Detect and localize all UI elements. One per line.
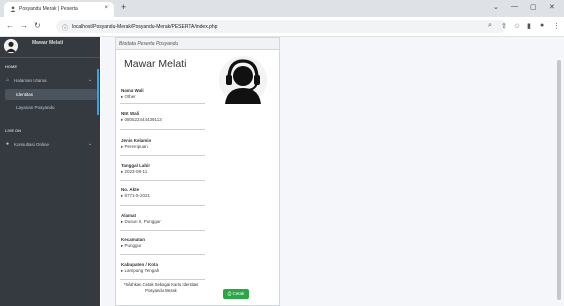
info-icon[interactable]: ⓘ xyxy=(62,23,68,32)
field-value-nama-wali: ▸ Other xyxy=(121,94,136,99)
card-header-title: Biodata Peserta Posyandu xyxy=(119,40,179,47)
new-tab-button[interactable]: + xyxy=(121,2,126,12)
tab-title: Posyandu Merak | Peserta xyxy=(19,6,78,12)
field-divider xyxy=(120,180,205,181)
person-favicon-icon xyxy=(10,6,16,12)
field-value-alamat: ▸ Dusun II, Punggur xyxy=(121,219,161,224)
share-icon[interactable]: ⇪ xyxy=(501,22,507,30)
field-value-no-akte: ▸ 8771-5-2021 xyxy=(121,193,151,198)
sidebar-item-label: Identitas xyxy=(16,92,34,97)
chat-icon: ● xyxy=(6,141,10,147)
tab-close-icon[interactable]: × xyxy=(104,5,108,11)
field-divider xyxy=(120,254,205,255)
print-button-label: Cetak xyxy=(232,291,245,296)
field-divider xyxy=(120,129,205,130)
participant-name: Mawar Melati xyxy=(124,58,187,70)
field-value-tanggal-lahir: ▸ 2023-08-11 xyxy=(121,169,148,174)
sidebar-active-indicator xyxy=(97,69,99,115)
printer-icon: ⎙ xyxy=(227,291,232,296)
print-note: *Silahkan Cetak Sebagai Kartu Identitas … xyxy=(123,282,199,293)
zoom-icon[interactable]: ⌕ xyxy=(488,22,492,30)
field-label-alamat: Alamat xyxy=(121,213,137,218)
field-label-kecamatan: Kecamatan xyxy=(121,237,146,242)
sidebar-item-identitas[interactable]: Identitas xyxy=(5,89,97,100)
menu-kebab-icon[interactable]: ⋮ xyxy=(553,22,560,30)
sidebar-item-label: Layanan Posyandu xyxy=(16,105,55,110)
profile-icon[interactable]: ● xyxy=(540,22,544,29)
card-header: Biodata Peserta Posyandu xyxy=(116,38,279,50)
print-button[interactable]: ⎙ Cetak xyxy=(223,289,249,299)
url-text: localhost/Posyandu-Merak/Posyandu-Merak/… xyxy=(72,23,218,30)
home-icon: ⌂ xyxy=(6,77,10,83)
reload-icon[interactable]: ↻ xyxy=(34,21,41,30)
scrollbar[interactable] xyxy=(557,60,561,300)
maximize-icon[interactable]: ▢ xyxy=(530,3,537,11)
back-icon[interactable]: ← xyxy=(6,21,14,30)
field-label-no-akte: No. Akte xyxy=(121,187,140,192)
field-divider xyxy=(120,230,205,231)
field-divider xyxy=(120,155,205,156)
sidebar-item-konsultasi-online[interactable]: ● Konsultasi Online ⌄ xyxy=(0,138,100,150)
chevron-down-icon: ⌄ xyxy=(88,140,93,147)
brand-name: Mawar Melati xyxy=(32,40,64,46)
forward-icon[interactable]: → xyxy=(20,21,28,30)
sidebar-item-halaman-utama[interactable]: ⌂ Halaman Utama ⌄ xyxy=(0,74,100,86)
sidebar-item-label: Konsultasi Online xyxy=(14,141,50,147)
minimize-icon[interactable]: — xyxy=(511,3,518,10)
field-label-kabupaten-kota: Kabupaten / Kota xyxy=(121,262,159,267)
sidebar-item-label: Halaman Utama xyxy=(14,77,47,83)
nav-header-live: LIVE ON xyxy=(5,128,22,133)
tab-search-icon[interactable]: ⌄ xyxy=(493,3,499,11)
user-avatar-icon xyxy=(4,39,18,53)
support-agent-icon xyxy=(219,56,267,104)
field-value-kecamatan: ▸ Punggur xyxy=(121,243,142,248)
field-value-jenis-kelamin: ▸ Perempuan xyxy=(121,144,148,149)
sidebar-brand[interactable]: Mawar Melati xyxy=(0,37,100,58)
browser-tab[interactable]: Posyandu Merak | Peserta × xyxy=(4,2,114,17)
address-bar: ← → ↻ ⓘ localhost/Posyandu-Merak/Posyand… xyxy=(0,17,564,37)
field-divider xyxy=(120,205,205,206)
field-value-kabupaten-kota: ▸ Lampung Tengah xyxy=(121,268,160,273)
field-divider xyxy=(120,279,205,280)
avatar xyxy=(4,39,18,53)
close-window-icon[interactable]: ✕ xyxy=(549,3,555,11)
bookmark-star-icon[interactable]: ☆ xyxy=(514,22,520,30)
field-label-nik-wali: NIK Wali xyxy=(121,111,140,116)
field-label-jenis-kelamin: Jenis Kelamin xyxy=(121,138,152,143)
browser-tab-bar: Posyandu Merak | Peserta × + ⌄ — ▢ ✕ xyxy=(0,0,564,17)
field-label-tanggal-lahir: Tanggal Lahir xyxy=(121,163,151,168)
sidebar: Mawar Melati HOME ⌂ Halaman Utama ⌄ Iden… xyxy=(0,37,100,306)
field-label-nama-wali: Nama Wali xyxy=(121,88,144,93)
sidebar-item-layanan-posyandu[interactable]: Layanan Posyandu xyxy=(5,102,97,113)
url-field[interactable]: ⓘ localhost/Posyandu-Merak/Posyandu-Mera… xyxy=(56,20,506,33)
field-value-nik-wali: ▸ 080522444439113 xyxy=(121,117,162,122)
chevron-down-icon: ⌄ xyxy=(88,76,93,83)
biodata-card: Biodata Peserta Posyandu Mawar Melati Na… xyxy=(115,37,280,306)
sidepanel-icon[interactable]: ▮ xyxy=(527,22,531,30)
nav-header-home: HOME xyxy=(5,64,17,69)
field-divider xyxy=(120,103,205,104)
